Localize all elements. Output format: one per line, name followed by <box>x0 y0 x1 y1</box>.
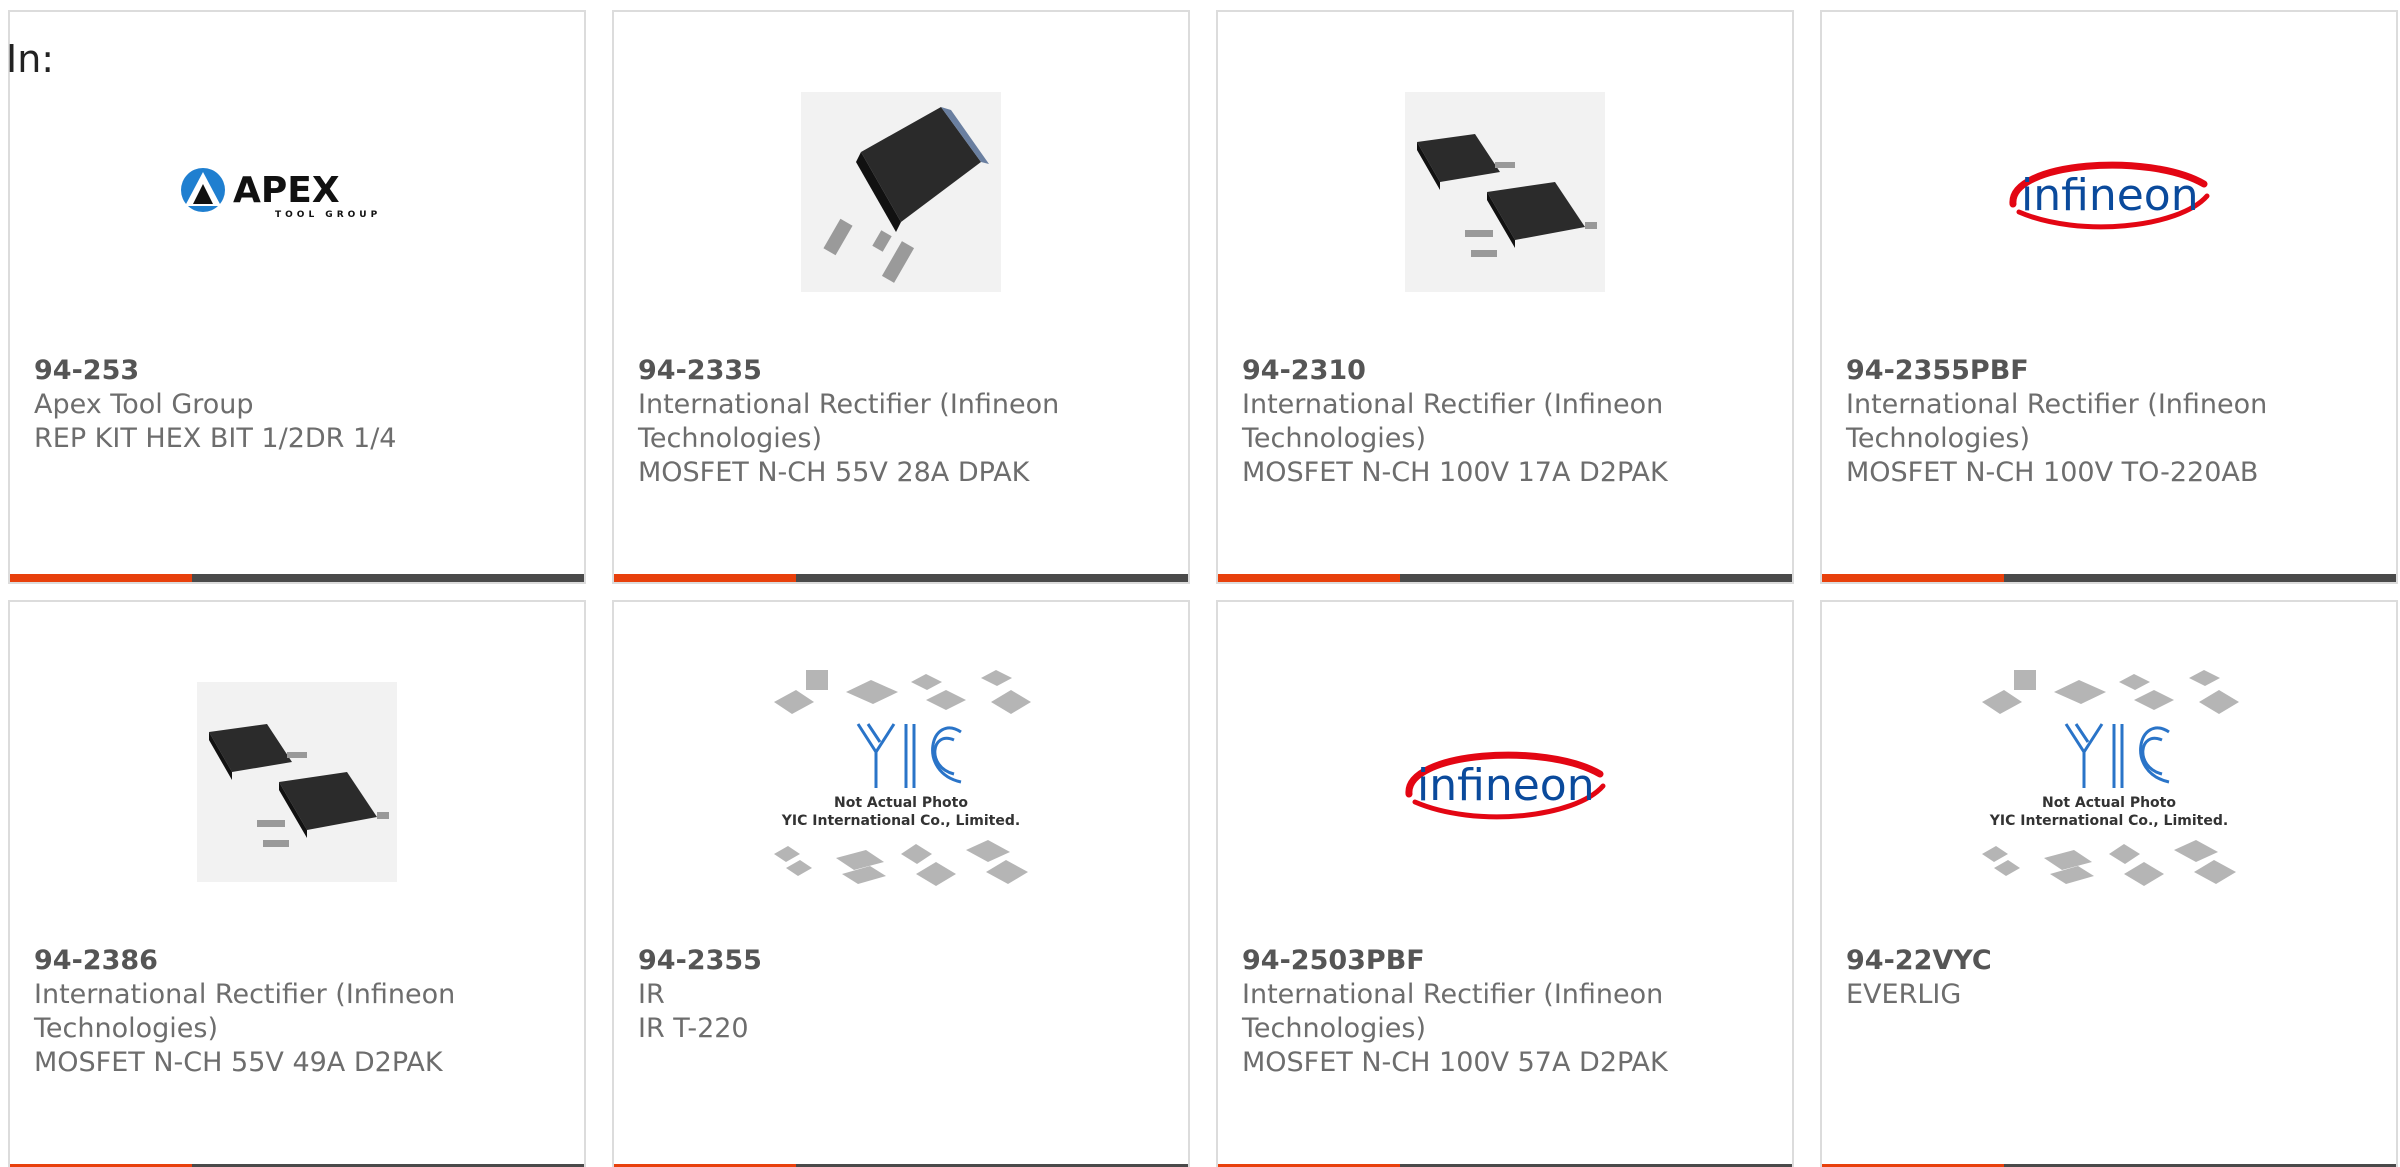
product-card[interactable]: Not Actual Photo YIC International Co., … <box>1820 600 2398 1167</box>
product-image <box>614 72 1188 312</box>
product-image <box>1218 72 1792 312</box>
product-image: infineon <box>1218 662 1792 902</box>
product-image: Not Actual Photo YIC International Co., … <box>614 662 1188 902</box>
product-card[interactable]: Not Actual Photo YIC International Co., … <box>612 600 1190 1167</box>
product-card[interactable]: infineon 94-2355PBF International Rectif… <box>1820 10 2398 584</box>
description: IR T-220 <box>638 1013 749 1044</box>
product-card[interactable]: 94-2386 International Rectifier (Infineo… <box>8 600 586 1167</box>
product-image: infineon <box>1822 72 2396 312</box>
description: MOSFET N-CH 55V 49A D2PAK <box>34 1047 443 1078</box>
description: REP KIT HEX BIT 1/2DR 1/4 <box>34 423 397 454</box>
manufacturer: International Rectifier (Infineon Techno… <box>638 389 1060 454</box>
card-bar <box>1218 574 1792 582</box>
product-image: APEX TOOL GROUP <box>10 72 584 312</box>
manufacturer: International Rectifier (Infineon Techno… <box>1242 389 1664 454</box>
in-label: In: <box>6 37 55 81</box>
infineon-logo-icon: infineon <box>2009 161 2210 230</box>
manufacturer: International Rectifier (Infineon Techno… <box>1242 979 1664 1044</box>
svg-text:Not Actual Photo: Not Actual Photo <box>2042 795 2176 811</box>
product-card[interactable]: 94-2335 International Rectifier (Infineo… <box>612 10 1190 584</box>
part-number[interactable]: 94-253 <box>34 354 564 388</box>
product-card[interactable]: 94-2310 International Rectifier (Infineo… <box>1216 10 1794 584</box>
svg-text:infineon: infineon <box>2021 170 2199 221</box>
card-bar <box>1822 574 2396 582</box>
part-number[interactable]: 94-22VYC <box>1846 944 2376 978</box>
infineon-logo-icon: infineon <box>1405 751 1606 820</box>
svg-text:APEX: APEX <box>233 170 340 211</box>
svg-text:Not Actual Photo: Not Actual Photo <box>834 795 968 811</box>
apex-tool-group-logo-icon: APEX TOOL GROUP <box>181 168 381 220</box>
part-number[interactable]: 94-2355 <box>638 944 1168 978</box>
manufacturer: Apex Tool Group <box>34 389 254 420</box>
description: MOSFET N-CH 55V 28A DPAK <box>638 457 1030 488</box>
description: MOSFET N-CH 100V 57A D2PAK <box>1242 1047 1668 1078</box>
manufacturer: EVERLIG <box>1846 979 1962 1010</box>
card-bar <box>10 574 584 582</box>
card-bar <box>614 574 1188 582</box>
manufacturer: International Rectifier (Infineon Techno… <box>34 979 456 1044</box>
description: MOSFET N-CH 100V TO-220AB <box>1846 457 2259 488</box>
dpak-package-photo-icon <box>801 92 1001 292</box>
d2pak-package-photo-icon <box>197 682 397 882</box>
yic-placeholder-icon: Not Actual Photo YIC International Co., … <box>1982 670 2239 886</box>
part-number[interactable]: 94-2310 <box>1242 354 1772 388</box>
product-card[interactable]: infineon 94-2503PBF International Rectif… <box>1216 600 1794 1167</box>
manufacturer: IR <box>638 979 665 1010</box>
svg-text:infineon: infineon <box>1417 760 1595 811</box>
svg-text:YIC International Co., Limited: YIC International Co., Limited. <box>781 813 1020 829</box>
product-image <box>10 662 584 902</box>
svg-text:YIC International Co., Limited: YIC International Co., Limited. <box>1989 813 2228 829</box>
manufacturer: International Rectifier (Infineon Techno… <box>1846 389 2268 454</box>
part-number[interactable]: 94-2386 <box>34 944 564 978</box>
description: MOSFET N-CH 100V 17A D2PAK <box>1242 457 1668 488</box>
product-grid-page: In: APEX TOOL GROUP 94-253 Apex Tool Gro… <box>0 0 2400 1167</box>
product-image: Not Actual Photo YIC International Co., … <box>1822 662 2396 902</box>
product-card[interactable]: APEX TOOL GROUP 94-253 Apex Tool Group R… <box>8 10 586 584</box>
d2pak-package-photo-icon <box>1405 92 1605 292</box>
part-number[interactable]: 94-2503PBF <box>1242 944 1772 978</box>
svg-text:TOOL GROUP: TOOL GROUP <box>275 210 381 220</box>
part-number[interactable]: 94-2355PBF <box>1846 354 2376 388</box>
yic-placeholder-icon: Not Actual Photo YIC International Co., … <box>774 670 1031 886</box>
part-number[interactable]: 94-2335 <box>638 354 1168 388</box>
